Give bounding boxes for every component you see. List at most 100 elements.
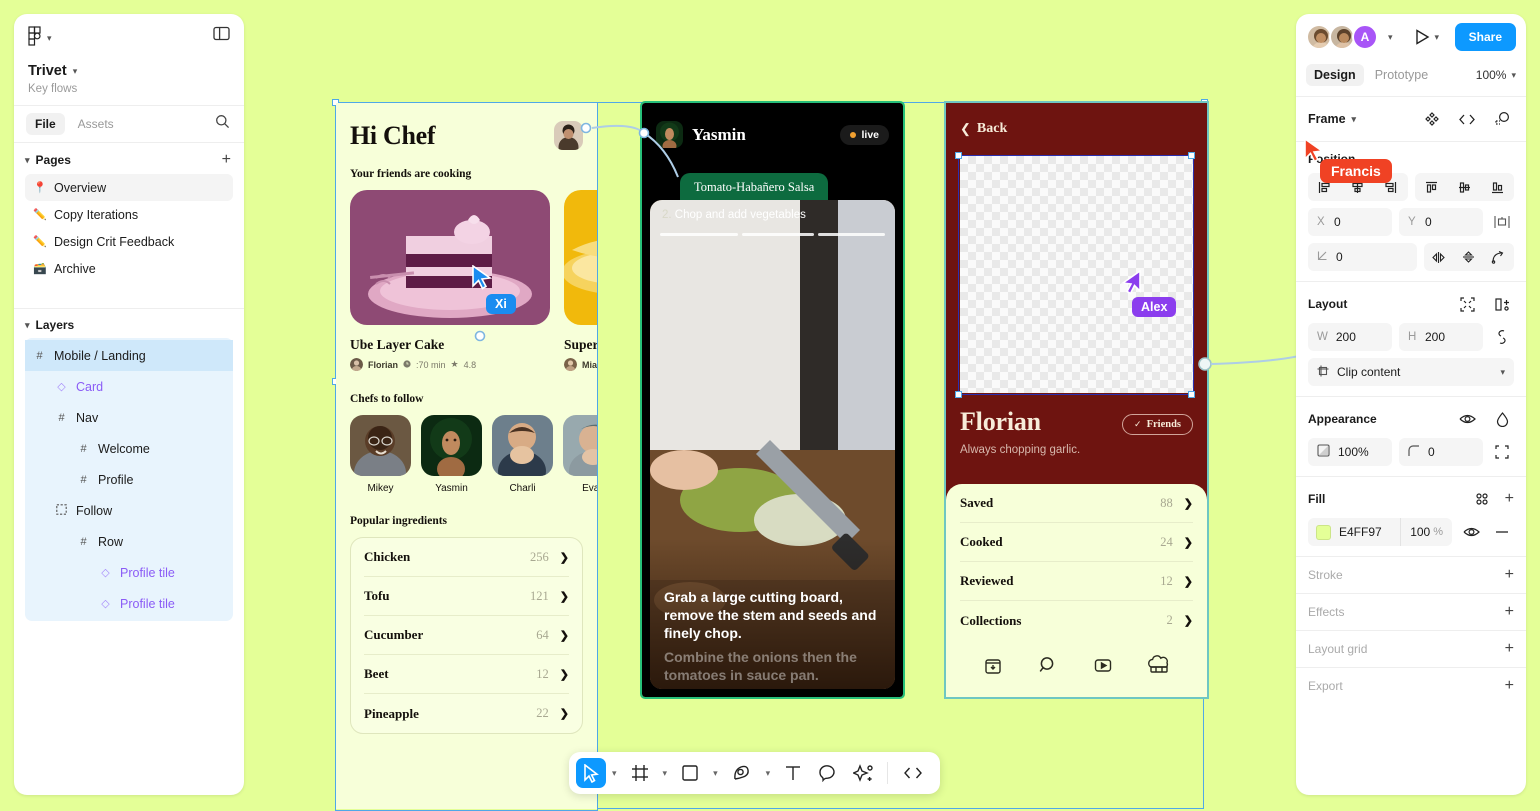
text-tool-button[interactable] — [776, 764, 810, 782]
file-menu-chevron-icon[interactable]: ▾ — [73, 66, 78, 77]
resize-handle-tr[interactable] — [1188, 152, 1195, 159]
resize-handle-tl[interactable] — [955, 152, 962, 159]
actions-tool-button[interactable] — [845, 763, 882, 783]
node-type-chevron-icon[interactable]: ▾ — [1352, 114, 1357, 125]
layer-profile[interactable]: # Profile — [25, 464, 233, 495]
move-tool-chevron-icon[interactable]: ▾ — [606, 768, 623, 779]
frame-tool-chevron-icon[interactable]: ▾ — [657, 768, 674, 779]
layer-follow[interactable]: Follow — [25, 495, 233, 526]
stat-row-cooked[interactable]: Cooked 24 ❯ — [960, 523, 1193, 562]
fill-color-swatch[interactable] — [1316, 524, 1331, 540]
shape-tool-chevron-icon[interactable]: ▾ — [707, 768, 724, 779]
video-icon[interactable] — [1092, 654, 1114, 681]
opacity-input[interactable]: 100% — [1308, 438, 1392, 466]
position-y-input[interactable]: Y 0 — [1399, 208, 1483, 236]
add-export-button[interactable]: + — [1505, 678, 1514, 694]
fill-styles-icon[interactable] — [1470, 487, 1494, 511]
recipe-card[interactable]: Super Mia — [564, 190, 597, 371]
pantry-icon[interactable] — [982, 654, 1004, 681]
chef-tile[interactable]: Yasmin — [421, 415, 482, 494]
lock-aspect-ratio-icon[interactable] — [1490, 325, 1514, 349]
add-page-button[interactable]: + — [222, 152, 231, 168]
frame-tool-button[interactable] — [623, 764, 657, 782]
resize-handle-bl[interactable] — [955, 391, 962, 398]
pen-tool-chevron-icon[interactable]: ▾ — [760, 768, 777, 779]
host-avatar[interactable] — [656, 121, 683, 148]
page-item-archive[interactable]: 🗃️ Archive — [25, 255, 233, 282]
add-auto-layout-icon[interactable] — [1490, 292, 1514, 316]
create-component-icon[interactable] — [1490, 107, 1514, 131]
zoom-selector[interactable]: 100% ▾ — [1476, 68, 1516, 82]
resize-handle-br[interactable] — [1188, 391, 1195, 398]
layers-collapse-icon[interactable]: ▾ — [25, 320, 30, 331]
stat-row-saved[interactable]: Saved 88 ❯ — [960, 484, 1193, 523]
blend-mode-icon[interactable] — [1490, 407, 1514, 431]
ingredient-row[interactable]: Beet 12 ❯ — [364, 655, 569, 694]
tab-file[interactable]: File — [26, 113, 65, 135]
fill-opacity-input[interactable]: 100 % — [1400, 518, 1452, 546]
constraints-icon[interactable] — [1490, 210, 1514, 234]
chef-hat-icon[interactable] — [1147, 654, 1171, 681]
fill-row[interactable]: E4FF97 100 % — [1308, 518, 1452, 546]
align-bottom-icon[interactable] — [1481, 173, 1514, 201]
tab-design[interactable]: Design — [1306, 64, 1364, 86]
friends-status-badge[interactable]: ✓ Friends — [1122, 414, 1193, 435]
canvas[interactable]: Hi Chef Your friends are cooking Ube Lay… — [244, 0, 1296, 811]
toggle-sidebar-icon[interactable] — [213, 26, 230, 46]
video-player[interactable]: 2. Chop and add vegetables Grab a large … — [650, 200, 895, 689]
add-fill-button[interactable]: + — [1505, 491, 1514, 507]
resize-to-fit-icon[interactable] — [1455, 292, 1479, 316]
align-middle-icon[interactable] — [1448, 173, 1481, 201]
chef-tile[interactable]: Evan — [563, 415, 597, 494]
code-icon[interactable] — [1455, 107, 1479, 131]
width-input[interactable]: W 200 — [1308, 323, 1392, 351]
corner-radius-input[interactable]: 0 — [1399, 438, 1483, 466]
visibility-icon[interactable] — [1455, 407, 1479, 431]
layer-mobile-landing[interactable]: # Mobile / Landing — [25, 340, 233, 371]
layer-row[interactable]: # Row — [25, 526, 233, 557]
add-layout-grid-button[interactable]: + — [1505, 641, 1514, 657]
rotation-input[interactable]: 0 — [1308, 243, 1417, 271]
chef-tile[interactable]: Mikey — [350, 415, 411, 494]
align-top-icon[interactable] — [1415, 173, 1448, 201]
layer-welcome[interactable]: # Welcome — [25, 433, 233, 464]
present-chevron-icon[interactable]: ▾ — [1435, 32, 1440, 43]
tab-prototype[interactable]: Prototype — [1367, 64, 1437, 86]
page-item-copy-iterations[interactable]: ✏️ Copy Iterations — [25, 201, 233, 228]
height-input[interactable]: H 200 — [1399, 323, 1483, 351]
step-progress-bar[interactable] — [660, 233, 885, 236]
frame-profile[interactable]: ❮ Back Florian Always chopping garlic. ✓… — [944, 101, 1209, 699]
clip-content-select[interactable]: Clip content ▾ — [1308, 358, 1514, 386]
frame-live-cooking[interactable]: Yasmin live Tomato-Habañero Salsa 2. Cho… — [640, 101, 905, 699]
layer-card[interactable]: ◇ Card — [25, 371, 233, 402]
position-x-input[interactable]: X 0 — [1308, 208, 1392, 236]
share-button[interactable]: Share — [1454, 23, 1516, 51]
recipe-card[interactable]: Ube Layer Cake Florian :70 min ★ 4.8 — [350, 190, 550, 371]
pages-collapse-icon[interactable]: ▾ — [25, 155, 30, 166]
add-effect-button[interactable]: + — [1505, 604, 1514, 620]
remove-fill-button[interactable] — [1490, 520, 1514, 544]
avatar-current-user[interactable]: A — [1352, 24, 1378, 50]
comment-tool-button[interactable] — [810, 764, 845, 782]
search-icon[interactable] — [215, 114, 230, 134]
layer-nav[interactable]: # Nav — [25, 402, 233, 433]
back-button[interactable]: ❮ Back — [946, 103, 1207, 137]
fill-visibility-icon[interactable] — [1459, 520, 1483, 544]
ingredient-row[interactable]: Pineapple 22 ❯ — [364, 694, 569, 733]
profile-image-placeholder[interactable] — [960, 156, 1193, 393]
corner-radius-independent-icon[interactable] — [1484, 243, 1514, 271]
page-item-overview[interactable]: 📍 Overview — [25, 174, 233, 201]
flip-horizontal-icon[interactable] — [1424, 243, 1454, 271]
page-item-design-crit-feedback[interactable]: ✏️ Design Crit Feedback — [25, 228, 233, 255]
annotate-icon[interactable] — [1420, 107, 1444, 131]
pen-tool-button[interactable] — [724, 764, 760, 782]
ingredient-row[interactable]: Chicken 256 ❯ — [364, 538, 569, 577]
tab-assets[interactable]: Assets — [69, 113, 123, 135]
ingredient-row[interactable]: Tofu 121 ❯ — [364, 577, 569, 616]
stat-row-reviewed[interactable]: Reviewed 12 ❯ — [960, 562, 1193, 601]
layer-profile-tile-1[interactable]: ◇ Profile tile — [25, 557, 233, 588]
search-icon[interactable] — [1037, 654, 1059, 681]
move-tool-button[interactable] — [576, 758, 606, 788]
frame-mobile-landing[interactable]: Hi Chef Your friends are cooking Ube Lay… — [336, 103, 597, 809]
chef-tile[interactable]: Charli — [492, 415, 553, 494]
